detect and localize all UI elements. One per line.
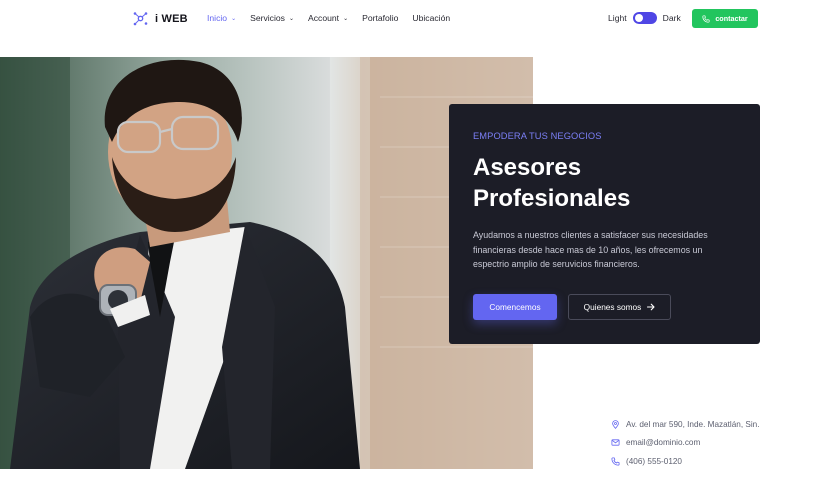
address-text: Av. del mar 590, Inde. Mazatlán, Sin. xyxy=(626,419,760,429)
phone-row[interactable]: (406) 555-0120 xyxy=(611,452,760,471)
contact-button-label: contactar xyxy=(715,14,748,23)
get-started-button[interactable]: Comencemos xyxy=(473,294,557,320)
hero-title: Asesores Profesionales xyxy=(473,154,631,212)
arrow-right-icon xyxy=(647,303,655,311)
toggle-knob xyxy=(634,14,643,22)
theme-light-label: Light xyxy=(608,13,627,23)
hero-card: EMPODERA TUS NEGOCIOS Asesores Profesion… xyxy=(449,104,760,344)
address-row: Av. del mar 590, Inde. Mazatlán, Sin. xyxy=(611,415,760,434)
nav-item-ubicacion[interactable]: Ubicación xyxy=(412,13,450,23)
chevron-down-icon: ⌄ xyxy=(288,15,294,22)
mail-icon xyxy=(611,439,620,446)
nav-item-portafolio[interactable]: Portafolio xyxy=(362,13,398,23)
theme-dark-label: Dark xyxy=(662,13,681,23)
navbar: i WEB Inicio ⌄ Servicios ⌄ Account ⌄ Por… xyxy=(0,0,828,38)
nav-item-servicios[interactable]: Servicios ⌄ xyxy=(250,13,294,23)
contact-info: Av. del mar 590, Inde. Mazatlán, Sin. em… xyxy=(611,415,760,471)
map-pin-icon xyxy=(612,420,619,429)
nav-item-account[interactable]: Account ⌄ xyxy=(308,13,348,23)
theme-toggle[interactable] xyxy=(632,12,657,24)
email-row[interactable]: email@dominio.com xyxy=(611,434,760,453)
nav-item-label: Ubicación xyxy=(412,13,451,23)
nav-item-label: Account xyxy=(308,13,340,23)
about-us-button-label: Quienes somos xyxy=(583,302,642,312)
chevron-down-icon: ⌄ xyxy=(343,15,349,22)
hero-description: Ayudamos a nuestros clientes a satisface… xyxy=(473,230,708,269)
network-logo-icon xyxy=(132,10,149,27)
phone-icon xyxy=(702,14,710,23)
chevron-down-icon: ⌄ xyxy=(231,15,237,22)
email-text: email@dominio.com xyxy=(626,438,701,448)
nav-item-inicio[interactable]: Inicio ⌄ xyxy=(207,13,236,23)
main-nav: Inicio ⌄ Servicios ⌄ Account ⌄ Portafoli… xyxy=(207,13,450,23)
brand-name: i WEB xyxy=(155,12,188,25)
contact-button[interactable]: contactar xyxy=(692,9,758,28)
nav-item-label: Servicios xyxy=(250,13,285,23)
get-started-button-label: Comencemos xyxy=(489,302,541,312)
nav-item-label: Inicio xyxy=(207,13,228,23)
phone-icon xyxy=(611,457,620,466)
theme-switcher: Light Dark xyxy=(608,12,681,24)
phone-text: (406) 555-0120 xyxy=(626,456,682,466)
nav-item-label: Portafolio xyxy=(362,13,399,23)
about-us-button[interactable]: Quienes somos xyxy=(568,294,671,320)
brand-logo[interactable]: i WEB xyxy=(132,10,188,27)
hero-eyebrow: EMPODERA TUS NEGOCIOS xyxy=(473,131,602,141)
